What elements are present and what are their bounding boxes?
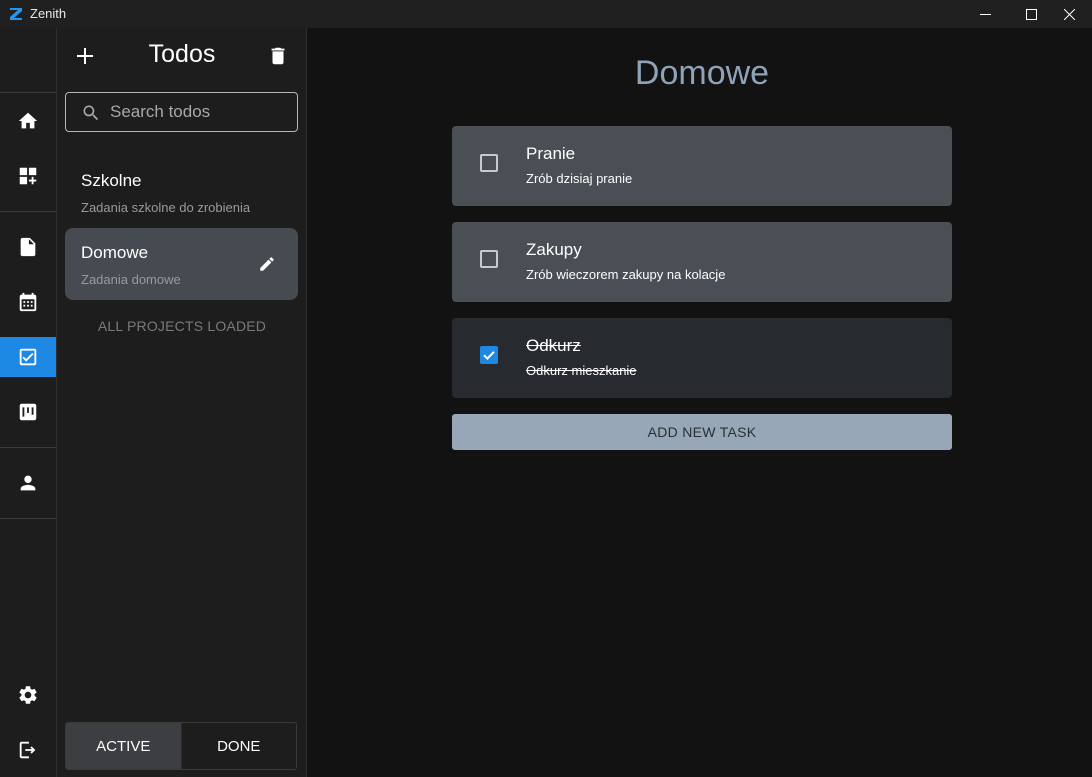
nav-kanban[interactable] — [0, 392, 56, 432]
filter-active-button[interactable]: ACTIVE — [66, 723, 182, 769]
trash-icon — [271, 47, 285, 65]
search-icon — [83, 105, 99, 121]
task-title: Zakupy — [526, 240, 582, 259]
projects-panel: Todos Szkolne Zadania szkolne do zrobien… — [57, 28, 307, 777]
task-description: Zrób wieczorem zakupy na kolacje — [526, 267, 726, 282]
filter-toggle-group: ACTIVE DONE — [65, 722, 297, 770]
nav-calendar[interactable] — [0, 282, 56, 322]
all-loaded-label: ALL PROJECTS LOADED — [97, 318, 267, 334]
project-title: Domowe — [634, 54, 770, 92]
search-input[interactable] — [110, 101, 290, 123]
filter-done-button[interactable]: DONE — [182, 723, 297, 769]
delete-project-button[interactable] — [267, 44, 289, 68]
main-content: Domowe Pranie Zrób dzisiaj pranie Zakupy… — [307, 28, 1092, 777]
close-window-button[interactable] — [1046, 0, 1092, 28]
task-title: Pranie — [526, 144, 576, 163]
title-bar: Zenith — [0, 0, 1092, 28]
task-checkbox[interactable] — [480, 154, 498, 172]
checkbox-icon — [19, 348, 37, 366]
task-title: Odkurz — [526, 336, 581, 355]
rail-divider — [0, 447, 56, 448]
edit-project-button[interactable] — [258, 255, 276, 273]
task-description: Odkurz mieszkanie — [526, 363, 637, 378]
project-item-domowe[interactable]: Domowe Zadania domowe — [65, 228, 298, 300]
add-task-button[interactable]: ADD NEW TASK — [452, 414, 952, 450]
zenith-logo-icon — [10, 8, 22, 20]
rail-divider — [0, 92, 56, 93]
rail-divider — [0, 518, 56, 519]
minimize-button[interactable] — [962, 0, 1008, 28]
project-item-szkolne[interactable]: Szkolne Zadania szkolne do zrobienia — [65, 156, 298, 228]
document-icon — [20, 237, 36, 257]
nav-logout[interactable] — [0, 730, 56, 770]
gear-icon — [19, 686, 37, 704]
nav-notes[interactable] — [0, 227, 56, 267]
task-item[interactable]: Odkurz Odkurz mieszkanie — [452, 318, 952, 398]
task-item[interactable]: Pranie Zrób dzisiaj pranie — [452, 126, 952, 206]
minimize-icon — [979, 13, 991, 15]
app-title: Zenith — [30, 6, 67, 21]
task-checkbox[interactable] — [480, 250, 498, 268]
logout-icon — [19, 741, 36, 759]
search-box — [65, 92, 298, 132]
project-name: Domowe — [81, 243, 149, 262]
task-checkbox[interactable] — [480, 346, 498, 364]
project-description: Zadania szkolne do zrobienia — [81, 200, 251, 215]
person-icon — [20, 475, 36, 491]
home-icon — [18, 112, 38, 129]
close-icon — [1063, 8, 1075, 20]
nav-settings[interactable] — [0, 675, 56, 715]
rail-divider — [0, 211, 56, 212]
kanban-icon — [19, 403, 37, 421]
dashboard-add-icon — [19, 167, 37, 185]
task-item[interactable]: Zakupy Zrób wieczorem zakupy na kolacje — [452, 222, 952, 302]
nav-home[interactable] — [0, 101, 56, 141]
calendar-icon — [19, 292, 37, 312]
maximize-icon — [1025, 8, 1037, 20]
nav-profile[interactable] — [0, 463, 56, 503]
checkmark-icon — [483, 351, 495, 361]
project-description: Zadania domowe — [81, 272, 181, 287]
pencil-icon — [260, 257, 274, 271]
task-description: Zrób dzisiaj pranie — [526, 171, 633, 186]
nav-dashboard-add[interactable] — [0, 156, 56, 196]
nav-todos[interactable] — [0, 337, 56, 377]
nav-rail — [0, 28, 57, 777]
project-name: Szkolne — [81, 171, 142, 190]
